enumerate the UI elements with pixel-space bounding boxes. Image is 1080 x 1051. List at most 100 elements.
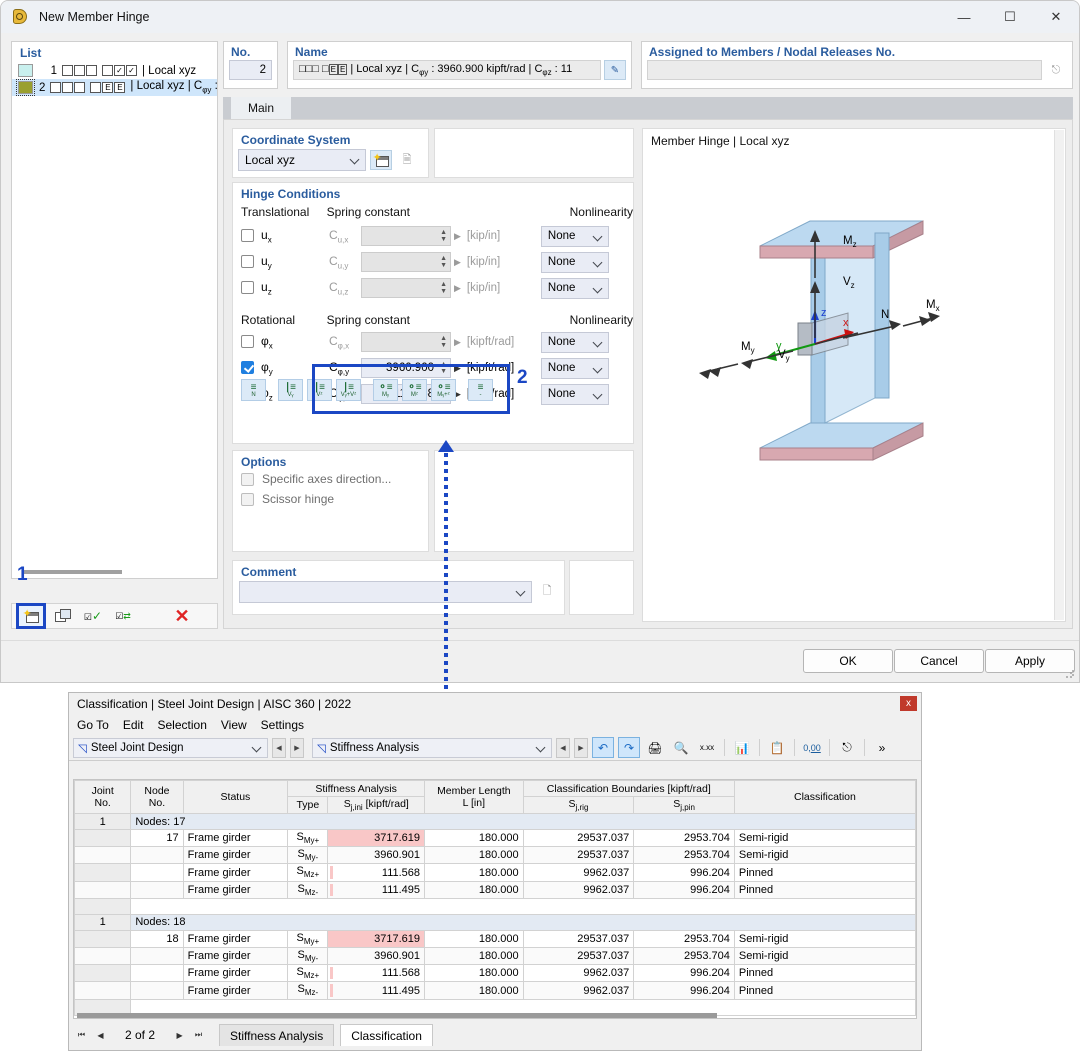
cancel-button[interactable]: Cancel bbox=[894, 649, 984, 673]
checkbox-uy[interactable] bbox=[241, 255, 254, 269]
preset-button-n[interactable]: ≡ N bbox=[241, 379, 266, 401]
export-excel-button[interactable]: 📊 bbox=[731, 737, 753, 758]
new-hinge-button[interactable]: ✦ bbox=[16, 603, 46, 629]
name-input[interactable]: □□□ □ E E | Local xyz | Cφy : 3960.900 kip… bbox=[293, 60, 601, 80]
first-page-button[interactable]: ⏮ bbox=[75, 1029, 88, 1042]
spinner-arrows-icon[interactable]: ▲▼ bbox=[440, 335, 447, 349]
analysis-prev-button[interactable]: ◀ bbox=[556, 737, 570, 758]
units-settings-button[interactable]: 0,00 bbox=[801, 737, 823, 758]
menu-view[interactable]: View bbox=[221, 718, 247, 732]
redo-arrow-button[interactable]: ↷ bbox=[618, 737, 640, 758]
list-item[interactable]: 1 ✓ ✓ | Local xyz bbox=[12, 62, 217, 79]
preset-button-vyvz[interactable]: ∣≡ Vᵧ+Vᶻ bbox=[336, 379, 361, 401]
list-item[interactable]: 2 EE | Local xyz | Cφy : 3 bbox=[12, 79, 217, 96]
table-row[interactable]: Frame girder SMz- 111.495 180.000 9962.0… bbox=[74, 981, 916, 1000]
classification-grid[interactable]: Joint No. Node No. Status Stiffness Analys… bbox=[73, 779, 917, 1019]
checkbox-scissor-hinge[interactable] bbox=[241, 492, 254, 506]
toolbar-overflow-button[interactable]: » bbox=[871, 737, 893, 758]
tab-main[interactable]: Main bbox=[231, 97, 291, 119]
table-group-row[interactable]: 1 Nodes: 17 bbox=[74, 813, 916, 831]
last-page-button[interactable]: ⏭ bbox=[192, 1029, 205, 1042]
view-scrollbar[interactable] bbox=[1054, 130, 1064, 620]
checkbox-specific-axes[interactable] bbox=[241, 472, 254, 486]
preset-button-none[interactable]: ≡ - bbox=[468, 379, 493, 401]
table-row[interactable]: Frame girder SMz- 111.495 180.000 9962.0… bbox=[74, 880, 916, 899]
preset-button-vz[interactable]: ∣≡ Vᶻ bbox=[307, 379, 332, 401]
design-next-button[interactable]: ▶ bbox=[290, 737, 304, 758]
comment-copy-button[interactable]: 🗋 bbox=[536, 581, 558, 601]
checkbox-phix[interactable] bbox=[241, 335, 254, 349]
checkbox-uz[interactable] bbox=[241, 281, 254, 295]
input-cphiy[interactable]: 3960.900 ▲ ▼ bbox=[361, 358, 451, 378]
assigned-input[interactable] bbox=[647, 60, 1042, 80]
delete-hinge-button[interactable]: ✕ bbox=[169, 605, 195, 627]
expand-cuz-icon[interactable]: ▶ bbox=[454, 283, 461, 294]
spinner-arrows-icon[interactable]: ▲▼ bbox=[440, 281, 447, 295]
table-row[interactable]: 18 Frame girder SMy+ 3717.619 180.000 29… bbox=[74, 929, 916, 949]
nonlinearity-select-uz[interactable]: None bbox=[540, 277, 609, 299]
table-horizontal-scrollbar[interactable] bbox=[77, 1010, 913, 1020]
design-type-select[interactable]: ◹ Steel Joint Design bbox=[73, 737, 268, 758]
table-row[interactable]: 17 Frame girder SMy+ 3717.619 180.000 29… bbox=[74, 829, 916, 848]
copy-hinge-button[interactable] bbox=[50, 605, 76, 627]
close-button[interactable]: ✕ bbox=[1033, 1, 1079, 33]
sheet-tab-stiffness-analysis[interactable]: Stiffness Analysis bbox=[219, 1024, 335, 1046]
input-cuy[interactable]: ▲ ▼ bbox=[361, 252, 451, 272]
view-filter-button[interactable]: 🔍 bbox=[670, 737, 692, 758]
decimals-button[interactable]: x.xx bbox=[696, 737, 718, 758]
table-row[interactable]: Frame girder SMz+ 111.568 180.000 9962.0… bbox=[74, 863, 916, 882]
ok-button[interactable]: OK bbox=[803, 649, 893, 673]
checkbox-ux[interactable] bbox=[241, 229, 254, 243]
nonlinearity-select-phix[interactable]: None bbox=[540, 331, 609, 353]
nonlinearity-select-phiy[interactable]: None bbox=[540, 357, 609, 379]
input-cux[interactable]: ▲ ▼ bbox=[361, 226, 451, 246]
checkbox-phiy[interactable] bbox=[241, 361, 254, 375]
preset-button-mz[interactable]: ⚬≡ Mᶻ bbox=[402, 379, 427, 401]
menu-edit[interactable]: Edit bbox=[123, 718, 144, 732]
nonlinearity-select-uy[interactable]: None bbox=[540, 251, 609, 273]
preset-button-my[interactable]: ⚬≡ Mᵧ bbox=[373, 379, 398, 401]
check-all-button[interactable]: ☑✓ bbox=[80, 605, 106, 627]
comment-input[interactable] bbox=[239, 581, 532, 603]
table-close-button[interactable]: x bbox=[900, 696, 917, 711]
analysis-type-select[interactable]: ◹ Stiffness Analysis bbox=[312, 737, 552, 758]
edit-coordinate-system-button[interactable]: 🗎 bbox=[396, 150, 418, 170]
nonlinearity-select-ux[interactable]: None bbox=[540, 225, 609, 247]
maximize-button[interactable]: ☐ bbox=[987, 1, 1033, 33]
spinner-arrows-icon[interactable]: ▲▼ bbox=[440, 229, 447, 243]
list-horizontal-scrollbar[interactable] bbox=[22, 568, 202, 576]
print-button[interactable]: 🖨 bbox=[644, 737, 666, 758]
menu-settings[interactable]: Settings bbox=[261, 718, 304, 732]
table-row[interactable]: Frame girder SMz+ 111.568 180.000 9962.0… bbox=[74, 964, 916, 983]
spinner-arrows-icon[interactable]: ▲▼ bbox=[440, 255, 447, 269]
preset-button-mymz[interactable]: ⚬≡ Mᵧ+ᶻ bbox=[431, 379, 456, 401]
menu-go-to[interactable]: Go To bbox=[77, 718, 109, 732]
table-row[interactable]: Frame girder SMy- 3960.901 180.000 29537… bbox=[74, 846, 916, 865]
analysis-next-button[interactable]: ▶ bbox=[574, 737, 588, 758]
input-cuz[interactable]: ▲ ▼ bbox=[361, 278, 451, 298]
menu-selection[interactable]: Selection bbox=[158, 718, 207, 732]
report-button[interactable]: 📋 bbox=[766, 737, 788, 758]
toggle-selection-button[interactable]: ☑⇄ bbox=[110, 605, 136, 627]
option-scissor-hinge[interactable]: Scissor hinge bbox=[233, 489, 428, 509]
number-input[interactable]: 2 bbox=[229, 60, 272, 80]
resize-grip[interactable] bbox=[1065, 669, 1075, 679]
spinner-arrows-icon[interactable]: ▲▼ bbox=[440, 361, 447, 375]
prev-page-button[interactable]: ◀ bbox=[94, 1029, 107, 1042]
table-row[interactable]: Frame girder SMy- 3960.901 180.000 29537… bbox=[74, 947, 916, 966]
coordinate-system-select[interactable]: Local xyz bbox=[238, 149, 366, 171]
name-edit-button[interactable]: ✎ bbox=[604, 60, 626, 80]
assigned-pick-button[interactable]: ⎋ bbox=[1045, 60, 1067, 80]
new-coordinate-system-button[interactable]: ✦ bbox=[370, 150, 392, 170]
input-cphix[interactable]: ▲ ▼ bbox=[361, 332, 451, 352]
minimize-button[interactable]: — bbox=[941, 1, 987, 33]
nonlinearity-select-phiz[interactable]: None bbox=[540, 383, 609, 405]
sheet-tab-classification[interactable]: Classification bbox=[340, 1024, 433, 1046]
hinge-3d-view[interactable]: Member Hinge | Local xyz z x y Mz Vz Mx … bbox=[642, 128, 1066, 622]
apply-button[interactable]: Apply bbox=[985, 649, 1075, 673]
expand-cuy-icon[interactable]: ▶ bbox=[454, 257, 461, 268]
option-specific-axes[interactable]: Specific axes direction... bbox=[233, 469, 428, 489]
select-pointer-button[interactable]: ⎋ bbox=[836, 737, 858, 758]
undo-arrow-button[interactable]: ↶ bbox=[592, 737, 614, 758]
next-page-button[interactable]: ▶ bbox=[173, 1029, 186, 1042]
